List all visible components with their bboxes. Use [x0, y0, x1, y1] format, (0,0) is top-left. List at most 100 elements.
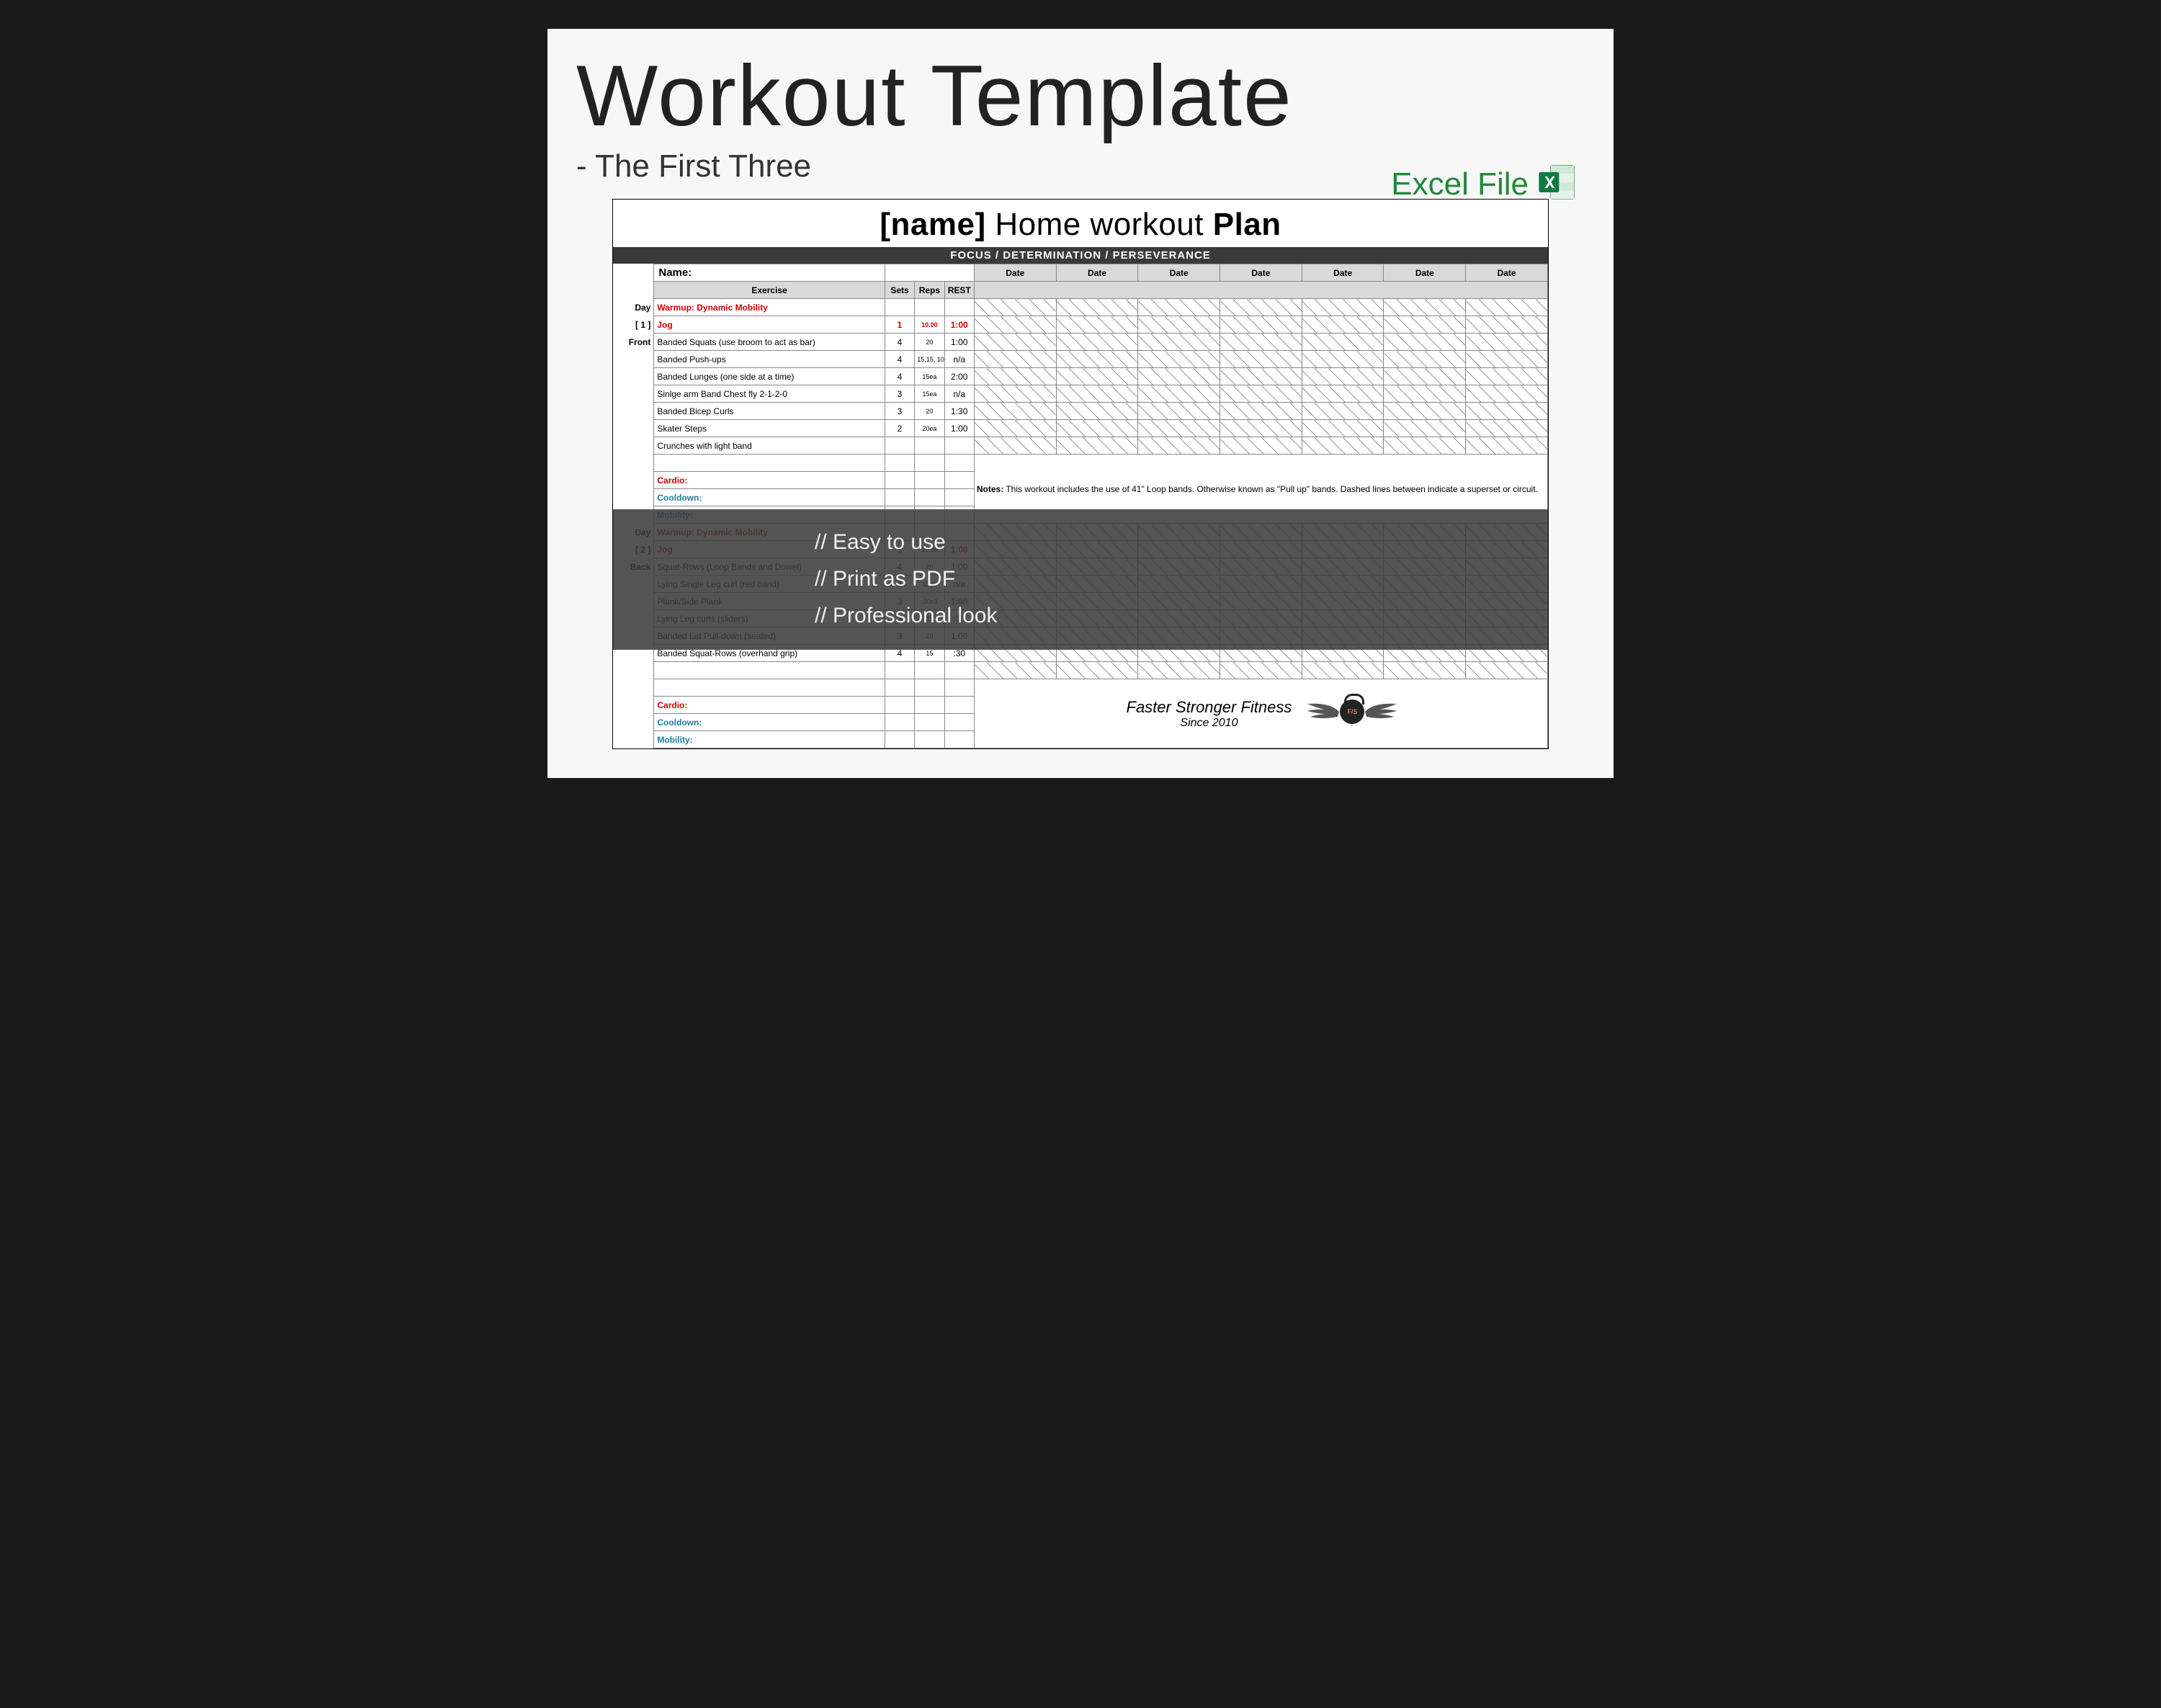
- log-cell: [974, 437, 1056, 455]
- overlay-line: // Print as PDF: [815, 560, 1548, 597]
- rest-cell: [944, 299, 974, 316]
- rest-cell: n/a: [944, 351, 974, 368]
- log-cell: [974, 420, 1056, 437]
- log-cell: [974, 299, 1056, 316]
- rest-cell: [944, 731, 974, 748]
- table-row: Skater Steps220ea1:00: [613, 420, 1548, 437]
- exercise-cell: Banded Lunges (one side at a time): [654, 368, 885, 385]
- name-label: Name:: [654, 264, 885, 282]
- table-row: Notes: This workout includes the use of …: [613, 455, 1548, 472]
- log-cell: [1384, 368, 1466, 385]
- rest-cell: 1:00: [944, 316, 974, 334]
- reps-cell: [915, 697, 944, 714]
- row-label: [613, 368, 654, 385]
- log-cell: [1220, 662, 1302, 679]
- log-cell: [1138, 437, 1220, 455]
- log-cell: [1220, 316, 1302, 334]
- log-cell: [1384, 403, 1466, 420]
- row-label: [613, 420, 654, 437]
- row-label: [613, 385, 654, 403]
- sets-cell: [885, 697, 914, 714]
- log-cell: [1302, 403, 1384, 420]
- reps-header: Reps: [915, 282, 944, 299]
- sheet-title: [name] Home workout Plan: [613, 200, 1548, 247]
- row-label: [613, 714, 654, 731]
- workout-table: Name:DateDateDateDateDateDateDateExercis…: [613, 264, 1548, 748]
- row-label: [613, 662, 654, 679]
- log-cell: [1138, 403, 1220, 420]
- table-row: Crunches with light band: [613, 437, 1548, 455]
- sets-cell: [885, 437, 914, 455]
- exercise-cell: [654, 662, 885, 679]
- sets-cell: 1: [885, 316, 914, 334]
- sets-cell: [885, 679, 914, 697]
- date-header: Date: [1466, 264, 1548, 282]
- log-cell: [1466, 351, 1548, 368]
- table-row: Banded Push-ups415,15, 10,10n/a: [613, 351, 1548, 368]
- exercise-cell: Banded Squats (use broom to act as bar): [654, 334, 885, 351]
- overlay-line: // Professional look: [815, 597, 1548, 634]
- log-cell: [1138, 385, 1220, 403]
- table-row: Faster Stronger Fitness Since 2010 F/S: [613, 679, 1548, 697]
- footer-area: Faster Stronger Fitness Since 2010 F/S: [974, 679, 1547, 748]
- exercise-cell: Cardio:: [654, 697, 885, 714]
- reps-cell: [915, 714, 944, 731]
- date-header: Date: [1056, 264, 1138, 282]
- log-cell: [1384, 385, 1466, 403]
- log-cell: [974, 334, 1056, 351]
- feature-overlay: // Easy to use // Print as PDF // Profes…: [613, 509, 1548, 650]
- log-cell: [1056, 437, 1138, 455]
- rest-cell: [944, 472, 974, 489]
- page-title: Workout Template: [576, 50, 1585, 141]
- row-label: [613, 351, 654, 368]
- exercise-cell: Banded Bicep Curls: [654, 403, 885, 420]
- sets-cell: 3: [885, 385, 914, 403]
- date-header: Date: [1302, 264, 1384, 282]
- exercise-cell: Banded Push-ups: [654, 351, 885, 368]
- log-cell: [1466, 420, 1548, 437]
- date-header: Date: [974, 264, 1056, 282]
- row-label: [613, 472, 654, 489]
- sets-cell: [885, 714, 914, 731]
- log-cell: [1056, 299, 1138, 316]
- date-header: Date: [1384, 264, 1466, 282]
- log-cell: [1384, 351, 1466, 368]
- reps-cell: [915, 455, 944, 472]
- reps-cell: 15ea: [915, 385, 944, 403]
- row-label: [613, 731, 654, 748]
- log-cell: [1056, 334, 1138, 351]
- log-cell: [1384, 316, 1466, 334]
- overlay-line: // Easy to use: [815, 524, 1548, 560]
- exercise-cell: Crunches with light band: [654, 437, 885, 455]
- row-label: [613, 437, 654, 455]
- log-cell: [1466, 403, 1548, 420]
- log-cell: [974, 316, 1056, 334]
- log-cell: [1056, 662, 1138, 679]
- log-cell: [974, 351, 1056, 368]
- rest-cell: 1:30: [944, 403, 974, 420]
- rest-cell: 1:00: [944, 334, 974, 351]
- exercise-cell: Sinlge arm Band Chest fly 2-1-2-0: [654, 385, 885, 403]
- row-label: [613, 697, 654, 714]
- table-row: [ 1 ]Jog110.001:00: [613, 316, 1548, 334]
- exercise-cell: [654, 679, 885, 697]
- exercise-cell: [654, 455, 885, 472]
- exercise-cell: Warmup: Dynamic Mobility: [654, 299, 885, 316]
- rest-cell: [944, 437, 974, 455]
- log-cell: [1302, 437, 1384, 455]
- log-cell: [1220, 403, 1302, 420]
- exercise-cell: Jog: [654, 316, 885, 334]
- rest-cell: [944, 662, 974, 679]
- reps-cell: [915, 472, 944, 489]
- date-header: Date: [1138, 264, 1220, 282]
- log-cell: [974, 385, 1056, 403]
- table-row: Banded Lunges (one side at a time)415ea2…: [613, 368, 1548, 385]
- log-cell: [1220, 334, 1302, 351]
- log-cell: [1220, 420, 1302, 437]
- reps-cell: 20: [915, 403, 944, 420]
- log-cell: [1220, 368, 1302, 385]
- log-cell: [1056, 385, 1138, 403]
- sets-cell: [885, 489, 914, 506]
- log-cell: [1384, 437, 1466, 455]
- log-cell: [1466, 316, 1548, 334]
